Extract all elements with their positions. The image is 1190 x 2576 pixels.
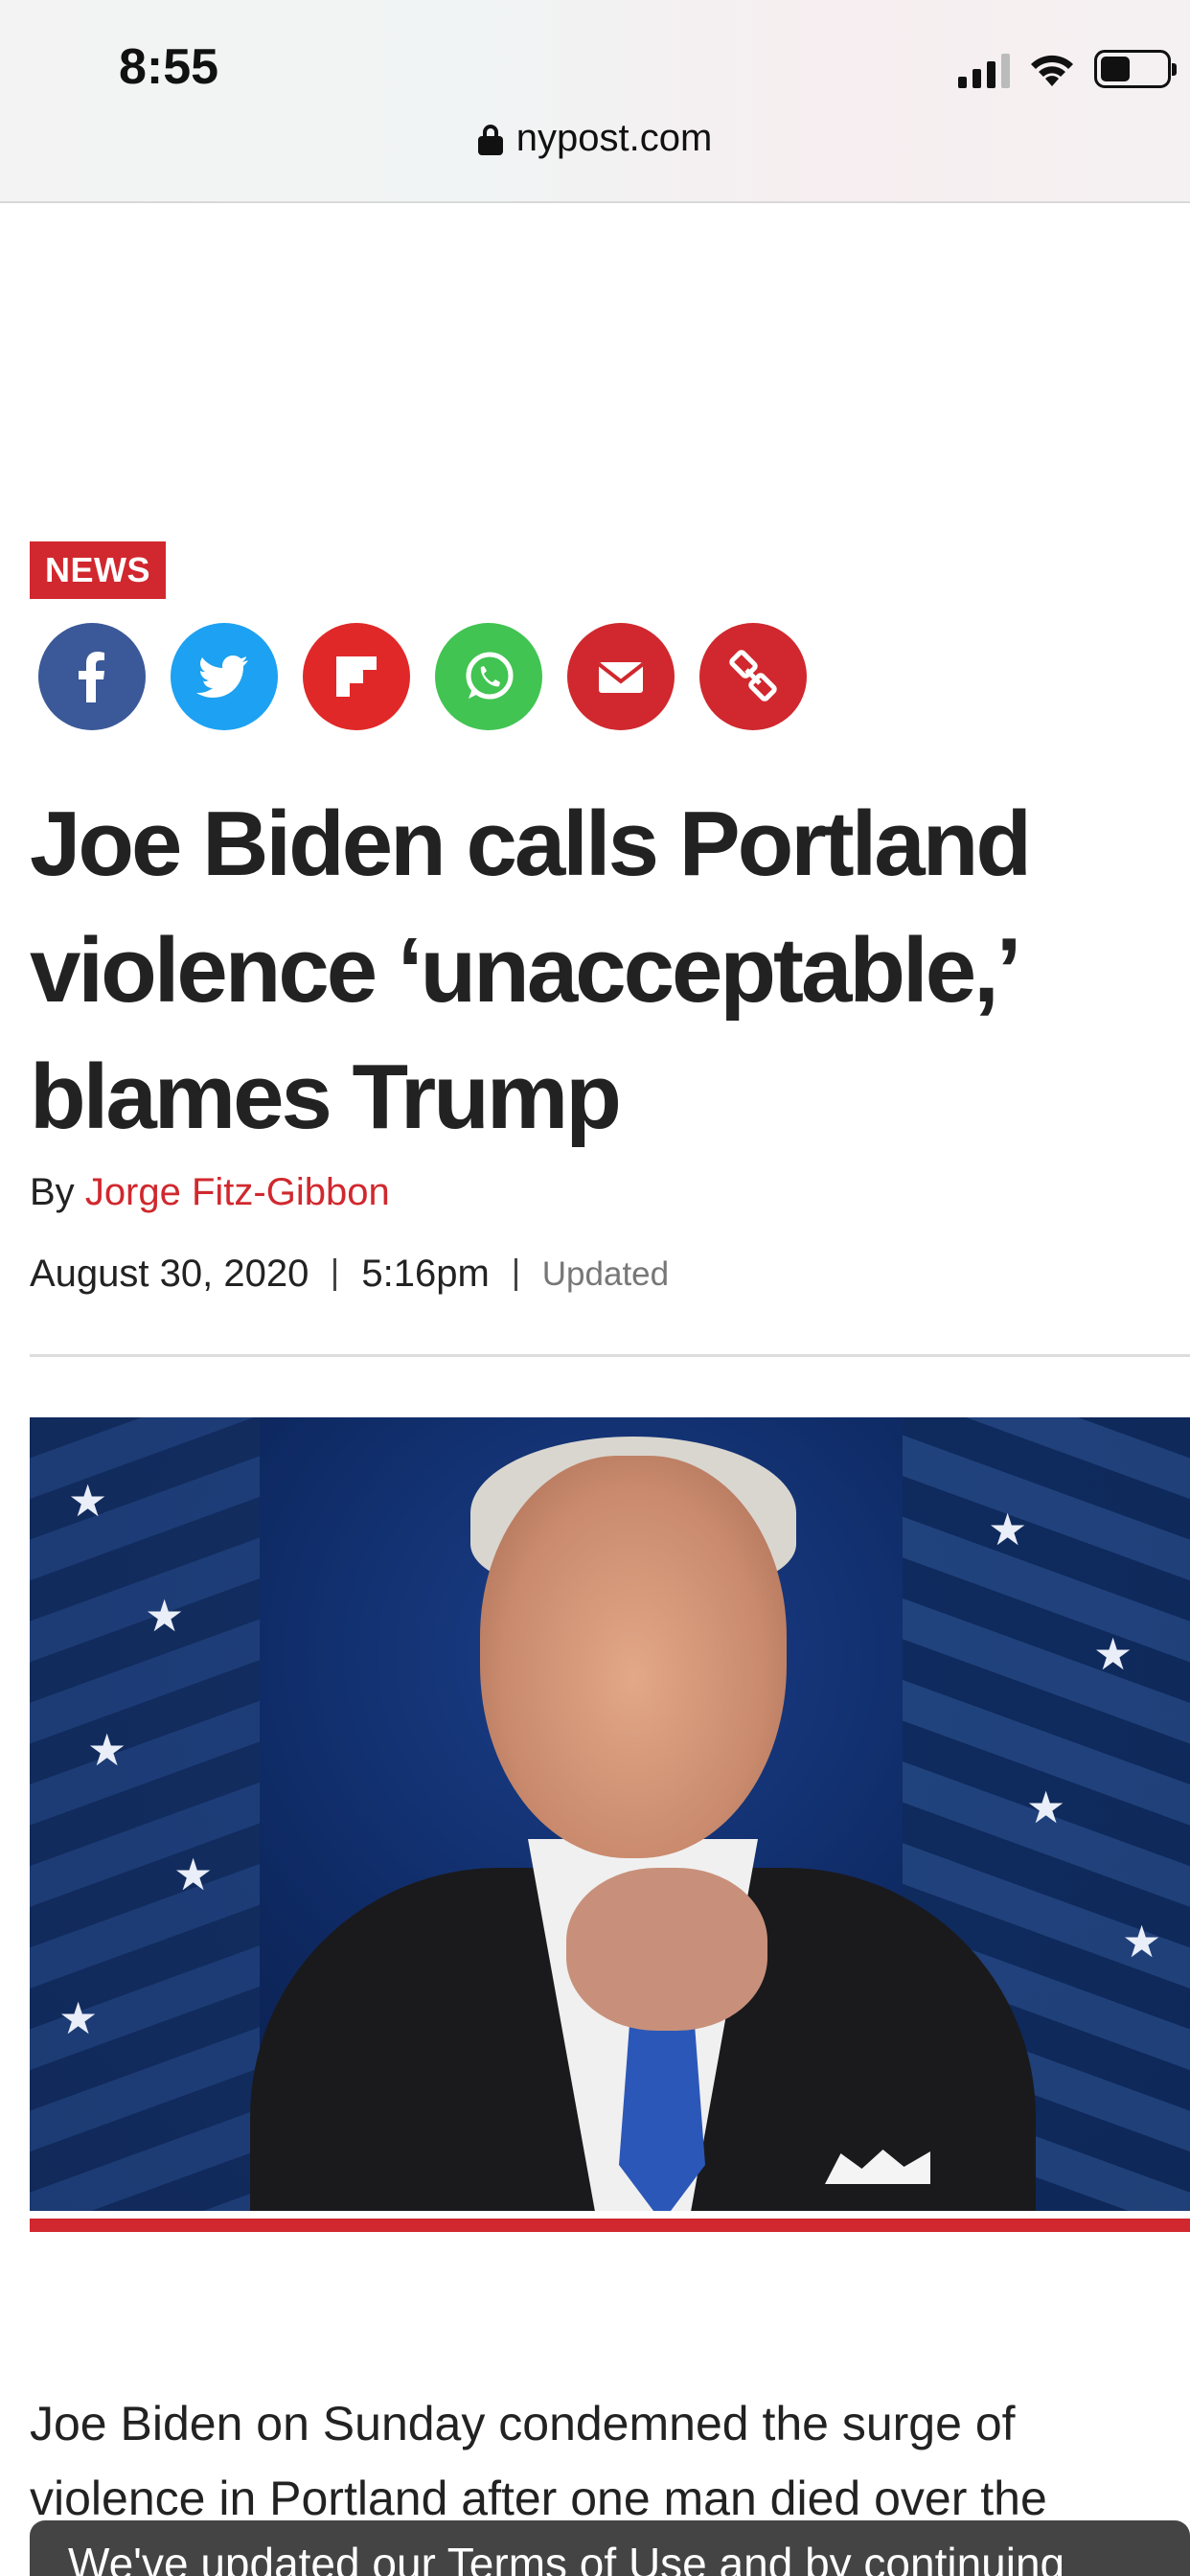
flipboard-share-button[interactable] [303, 623, 410, 730]
whatsapp-share-button[interactable] [435, 623, 542, 730]
cookie-banner-text: We've updated our Terms of Use and by co… [68, 2539, 1065, 2576]
twitter-icon [196, 656, 248, 698]
article-body: Joe Biden on Sunday condemned the surge … [30, 2397, 1047, 2525]
divider [30, 1354, 1190, 1357]
email-share-button[interactable] [567, 623, 675, 730]
time-separator [514, 1257, 517, 1291]
facebook-share-button[interactable] [38, 623, 146, 730]
email-icon [597, 662, 645, 693]
hero-image[interactable]: ★ ★ ★ ★ ★ ★ ★ ★ ★ ★ [30, 1417, 1190, 2211]
copy-link-button[interactable] [699, 623, 807, 730]
url-text: nypost.com [515, 117, 713, 159]
article-headline: Joe Biden calls Portland violence ‘unacc… [30, 793, 1032, 1148]
facebook-icon [79, 652, 104, 702]
whatsapp-icon [466, 652, 514, 700]
dateline: August 30, 2020 5:16pm Updated [30, 1253, 669, 1296]
status-time: 8:55 [119, 39, 219, 95]
cookie-banner[interactable]: We've updated our Terms of Use and by co… [30, 2520, 1190, 2576]
battery-icon [1094, 50, 1177, 88]
byline-prefix: By [30, 1171, 75, 1213]
wifi-icon [1031, 55, 1073, 86]
browser-chrome: 8:55 nypost.com [0, 0, 1190, 203]
address-bar[interactable]: nypost.com [0, 117, 1190, 160]
updated-label[interactable]: Updated [542, 1255, 669, 1294]
publish-date: August 30, 2020 [30, 1253, 309, 1295]
link-icon [729, 650, 777, 702]
image-rule [30, 2219, 1190, 2232]
flipboard-icon [336, 656, 377, 697]
section-tag[interactable]: NEWS [30, 541, 166, 599]
publish-time: 5:16pm [361, 1253, 490, 1295]
twitter-share-button[interactable] [171, 623, 278, 730]
author-link[interactable]: Jorge Fitz-Gibbon [85, 1171, 390, 1213]
status-icons [958, 48, 1177, 90]
date-separator [333, 1257, 337, 1291]
cellular-signal-icon [958, 50, 1010, 88]
byline: By Jorge Fitz-Gibbon [30, 1171, 390, 1214]
share-buttons [38, 623, 807, 730]
lock-icon [477, 124, 503, 155]
